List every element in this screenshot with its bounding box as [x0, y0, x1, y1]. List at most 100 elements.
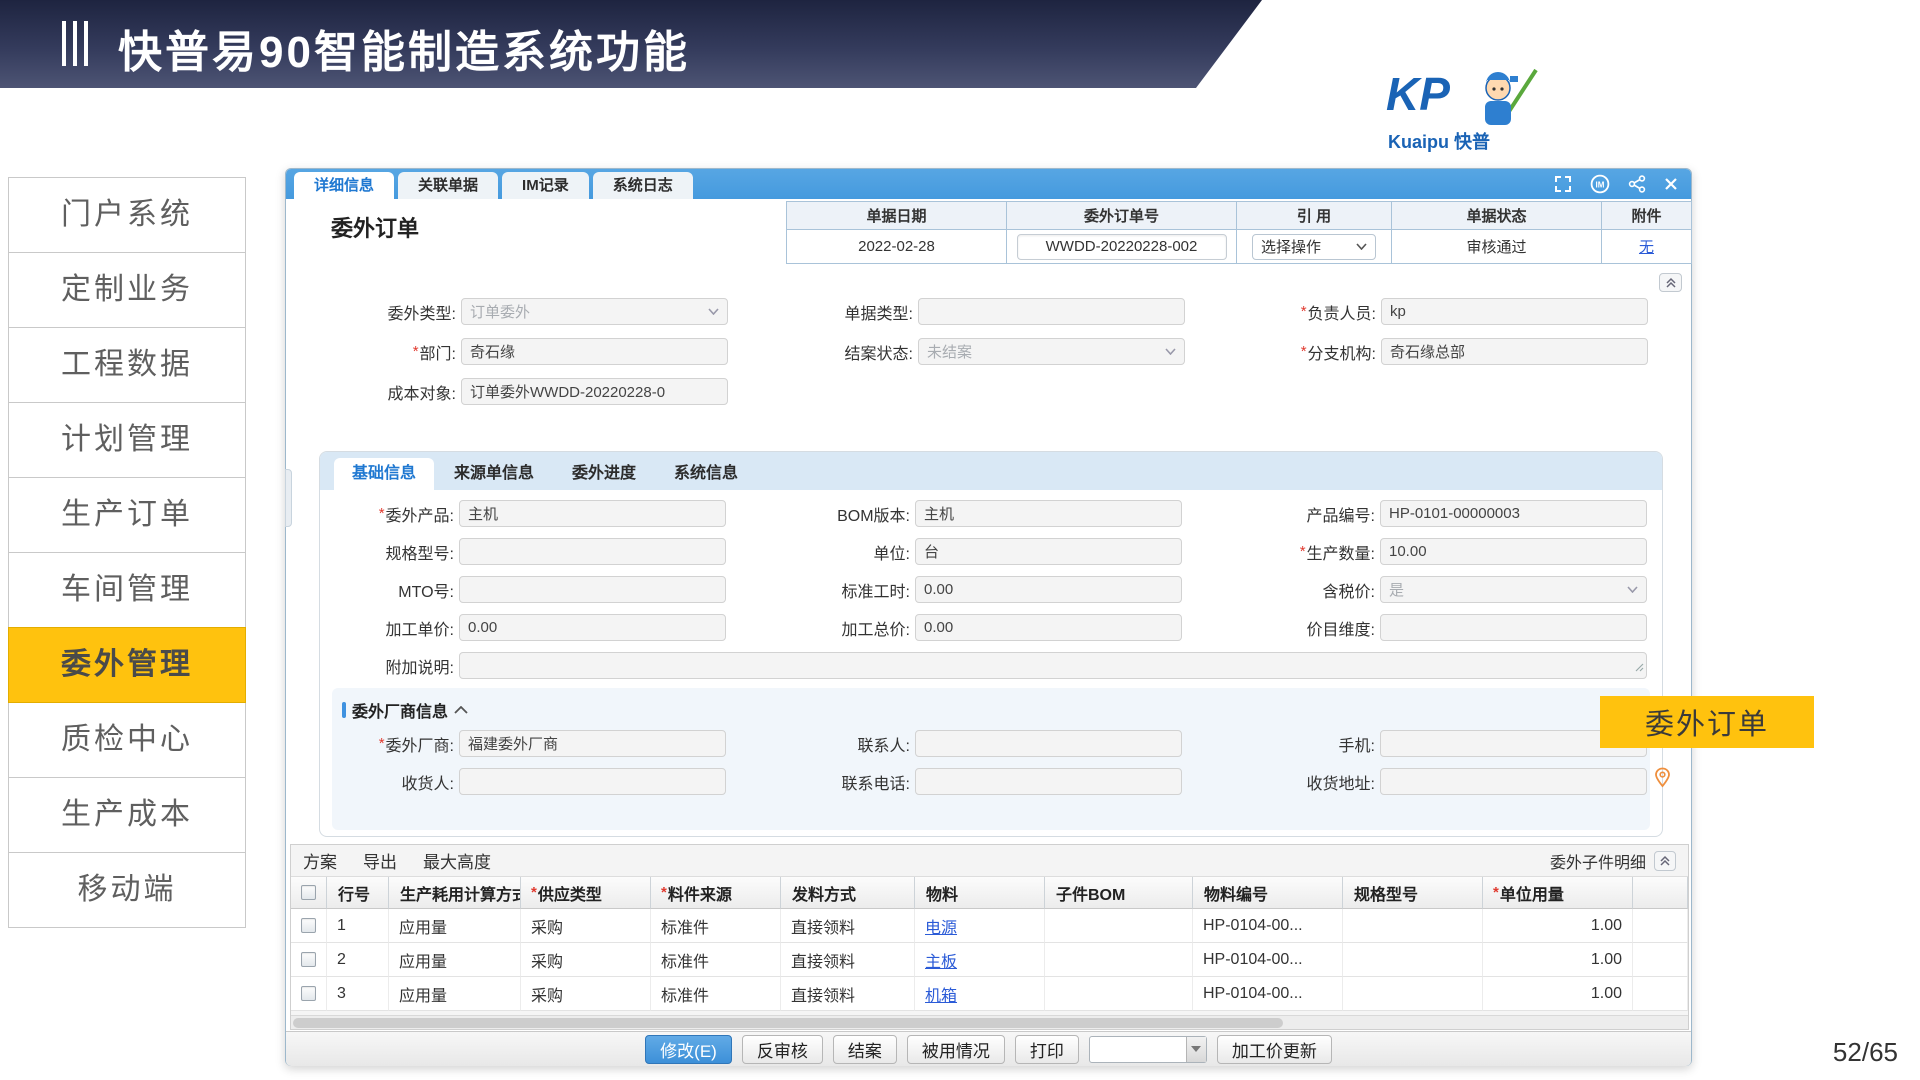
product-code-input[interactable]: HP-0101-00000003	[1380, 500, 1647, 527]
form-title: 委外订单	[331, 211, 419, 243]
col-doc-status: 单据状态	[1392, 202, 1602, 230]
reference-select[interactable]: 选择操作	[1252, 234, 1376, 260]
process-price-update-button[interactable]: 加工价更新	[1217, 1035, 1332, 1064]
col-spec-model: 规格型号	[1343, 877, 1483, 909]
sidebar-item-quality-center[interactable]: 质检中心	[8, 702, 246, 778]
branch-input[interactable]: 奇石缘总部	[1381, 338, 1648, 365]
sidebar-item-production-order[interactable]: 生产订单	[8, 477, 246, 553]
close-status-select[interactable]: 未结案	[918, 338, 1185, 365]
price-dimension-input[interactable]	[1380, 614, 1647, 641]
field-product-code: 产品编号: HP-0101-00000003	[1203, 500, 1647, 527]
sidebar-item-engineering-data[interactable]: 工程数据	[8, 327, 246, 403]
material-link[interactable]: 主板	[925, 948, 957, 972]
doc-type-input[interactable]	[918, 298, 1185, 325]
field-department: *部门: 奇石缘	[288, 338, 728, 365]
sidebar-item-plan-management[interactable]: 计划管理	[8, 402, 246, 478]
detail-panel-label: 委外子件明细	[1550, 849, 1646, 873]
export-button[interactable]: 导出	[363, 848, 397, 873]
resize-grip-icon[interactable]	[1635, 659, 1644, 676]
scheme-button[interactable]: 方案	[303, 848, 337, 873]
outsourcing-product-input[interactable]: 主机	[459, 500, 726, 527]
receiver-input[interactable]	[459, 768, 726, 795]
sidebar-item-outsourcing-management[interactable]: 委外管理	[8, 627, 246, 703]
logo-monogram: KP	[1386, 68, 1450, 120]
attachment-link[interactable]: 无	[1639, 236, 1654, 257]
order-no-input[interactable]: WWDD-20220228-002	[1017, 234, 1227, 260]
chevron-down-icon	[1165, 348, 1176, 355]
process-unit-price-input[interactable]: 0.00	[459, 614, 726, 641]
location-pin-icon[interactable]	[1654, 767, 1671, 793]
usage-button[interactable]: 被用情况	[907, 1035, 1005, 1064]
tab-system-log[interactable]: 系统日志	[593, 172, 693, 199]
chevron-up-icon[interactable]	[454, 706, 468, 714]
slide: 快普易90智能制造系统功能 KP Kuaipu 快普 门户系统 定制业务 工程数…	[0, 0, 1920, 1080]
im-icon[interactable]: IM	[1589, 174, 1611, 194]
contact-input[interactable]	[915, 730, 1182, 757]
tab-detail-info[interactable]: 详细信息	[294, 172, 394, 199]
production-qty-input[interactable]: 10.00	[1380, 538, 1647, 565]
horizontal-scrollbar[interactable]	[291, 1015, 1688, 1029]
tab-system-info[interactable]: 系统信息	[656, 458, 756, 490]
tab-basic-info[interactable]: 基础信息	[334, 458, 434, 490]
field-mobile: 手机:	[1203, 730, 1647, 757]
field-doc-type: 单据类型:	[741, 298, 1185, 325]
material-link[interactable]: 电源	[925, 914, 957, 938]
table-row: 2 应用量 采购 标准件 直接领料 主板 HP-0104-00... 1.00	[291, 943, 1688, 977]
collapse-detail-button[interactable]	[1654, 851, 1676, 871]
contact-phone-input[interactable]	[915, 768, 1182, 795]
tab-source-doc-info[interactable]: 来源单信息	[436, 458, 552, 490]
modify-button[interactable]: 修改(E)	[645, 1035, 732, 1064]
extra-note-textarea[interactable]	[459, 652, 1647, 679]
sidebar-item-mobile[interactable]: 移动端	[8, 852, 246, 928]
close-case-button[interactable]: 结案	[833, 1035, 897, 1064]
sidebar-item-workshop-management[interactable]: 车间管理	[8, 552, 246, 628]
field-responsible: *负责人员: kp	[1204, 298, 1648, 325]
col-consumption-calc: 生产耗用计算方式	[389, 877, 521, 909]
row-checkbox[interactable]	[301, 918, 316, 933]
bom-version-input[interactable]: 主机	[915, 500, 1182, 527]
field-tax-included: 含税价: 是	[1203, 576, 1647, 603]
unapprove-button[interactable]: 反审核	[742, 1035, 823, 1064]
tax-included-select[interactable]: 是	[1380, 576, 1647, 603]
tab-im-record[interactable]: IM记录	[502, 172, 589, 199]
row-checkbox[interactable]	[301, 952, 316, 967]
doc-summary-table: 单据日期 委外订单号 引 用 单据状态 附件 2022-02-28 WWDD-2…	[786, 201, 1692, 264]
col-issue-method: 发料方式	[781, 877, 915, 909]
field-branch: *分支机构: 奇石缘总部	[1204, 338, 1648, 365]
table-row: 1 应用量 采购 标准件 直接领料 电源 HP-0104-00... 1.00	[291, 909, 1688, 943]
delivery-address-input[interactable]	[1380, 768, 1647, 795]
max-height-button[interactable]: 最大高度	[423, 848, 491, 873]
fullscreen-icon[interactable]	[1554, 174, 1572, 194]
outsourcing-type-select[interactable]: 订单委外	[461, 298, 728, 325]
responsible-input[interactable]: kp	[1381, 298, 1648, 325]
share-icon[interactable]	[1628, 174, 1646, 194]
scrollbar-thumb[interactable]	[293, 1018, 1283, 1028]
chevron-down-icon[interactable]	[1186, 1037, 1206, 1062]
footer-select[interactable]	[1089, 1036, 1207, 1063]
unit-input[interactable]: 台	[915, 538, 1182, 565]
process-total-price-input[interactable]: 0.00	[915, 614, 1182, 641]
sidebar-item-custom-business[interactable]: 定制业务	[8, 252, 246, 328]
material-link[interactable]: 机箱	[925, 982, 957, 1006]
close-icon[interactable]	[1663, 174, 1679, 194]
field-price-dimension: 价目维度:	[1203, 614, 1647, 641]
cost-object-input[interactable]: 订单委外WWDD-20220228-0	[461, 378, 728, 405]
spec-model-input[interactable]	[459, 538, 726, 565]
section-marker	[342, 702, 346, 718]
mto-no-input[interactable]	[459, 576, 726, 603]
panel-collapse-handle[interactable]	[285, 469, 292, 527]
department-input[interactable]: 奇石缘	[461, 338, 728, 365]
collapse-header-button[interactable]	[1659, 273, 1682, 292]
sidebar-item-portal-system[interactable]: 门户系统	[8, 177, 246, 253]
standard-hours-input[interactable]: 0.00	[915, 576, 1182, 603]
tab-outsourcing-progress[interactable]: 委外进度	[554, 458, 654, 490]
select-all-checkbox[interactable]	[301, 885, 316, 900]
sidebar-item-production-cost[interactable]: 生产成本	[8, 777, 246, 853]
svg-text:IM: IM	[1596, 181, 1605, 190]
logo-latin: Kuaipu	[1388, 132, 1449, 152]
vendor-input[interactable]: 福建委外厂商	[459, 730, 726, 757]
row-checkbox[interactable]	[301, 986, 316, 1001]
subitem-grid: 方案 导出 最大高度 委外子件明细 行号 生产耗用计算方式 *供应类型 *料件来…	[290, 844, 1689, 1030]
print-button[interactable]: 打印	[1015, 1035, 1079, 1064]
tab-related-docs[interactable]: 关联单据	[398, 172, 498, 199]
